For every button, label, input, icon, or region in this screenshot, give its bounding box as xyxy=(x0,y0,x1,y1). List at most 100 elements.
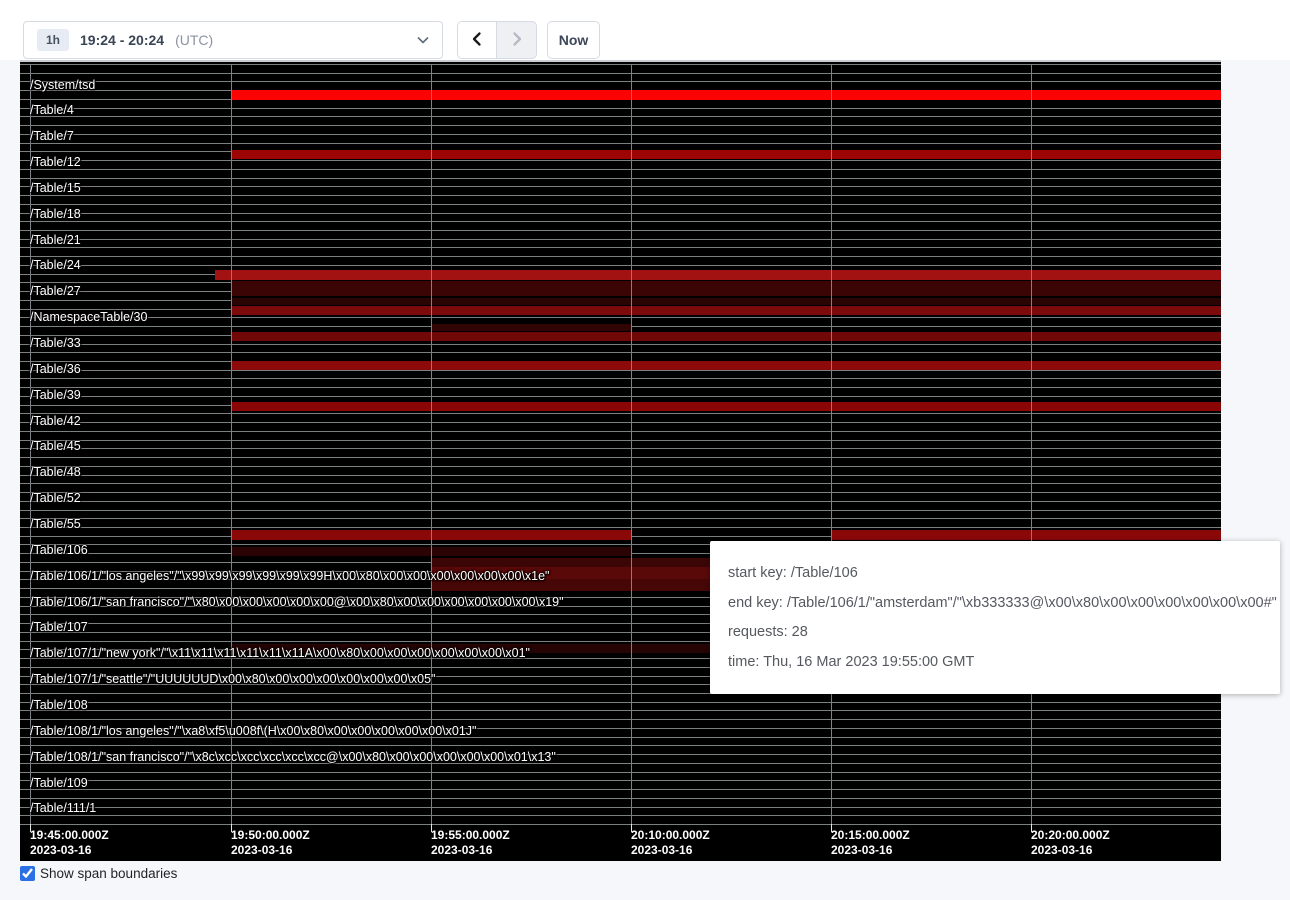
heatmap[interactable]: 19:45:00.000Z2023-03-1619:50:00.000Z2023… xyxy=(20,60,1221,861)
heat-band xyxy=(231,298,1221,305)
span-boundary-line xyxy=(20,247,1221,248)
span-label: /Table/39 xyxy=(30,389,81,402)
span-boundary-line xyxy=(20,213,1221,214)
span-label: /Table/107/1/"seattle"/"UUUUUUD\x00\x80\… xyxy=(30,673,435,686)
heat-band xyxy=(231,281,1221,296)
span-boundary-line xyxy=(20,431,1221,432)
span-label: /Table/109 xyxy=(30,777,88,790)
span-boundary-line xyxy=(20,483,1221,484)
span-boundary-line xyxy=(20,81,1221,82)
span-boundary-line xyxy=(20,317,1221,318)
key-visualizer-page: 1h 19:24 - 20:24 (UTC) Now 19:45:00.000Z… xyxy=(0,0,1290,900)
span-boundary-line xyxy=(20,719,1221,720)
span-label: /Table/45 xyxy=(30,440,81,453)
span-label: /Table/108/1/"san francisco"/"\x8c\xcc\x… xyxy=(30,751,556,764)
span-label: /Table/36 xyxy=(30,363,81,376)
time-nav-group xyxy=(457,21,537,59)
time-gridline xyxy=(431,64,432,824)
time-gridline xyxy=(1031,64,1032,824)
time-gridline xyxy=(631,64,632,824)
span-boundary-line xyxy=(20,125,1221,126)
span-label: /Table/107 xyxy=(30,621,88,634)
time-range-picker[interactable]: 1h 19:24 - 20:24 (UTC) xyxy=(23,21,443,59)
previous-interval-button[interactable] xyxy=(457,21,497,59)
span-boundary-line xyxy=(20,344,1221,345)
span-label: /Table/55 xyxy=(30,518,81,531)
span-boundary-line xyxy=(20,798,1221,799)
timezone-label: (UTC) xyxy=(175,32,213,48)
span-label: /Table/4 xyxy=(30,104,74,117)
now-button[interactable]: Now xyxy=(547,21,600,59)
axis-time-label: 20:10:00.000Z2023-03-16 xyxy=(631,828,710,858)
tooltip-start-key: start key: /Table/106 xyxy=(728,565,1262,581)
span-label: /Table/107/1/"new york"/"\x11\x11\x11\x1… xyxy=(30,647,530,660)
span-boundary-line xyxy=(20,387,1221,388)
span-boundary-line xyxy=(20,440,1221,441)
span-boundary-line xyxy=(20,492,1221,493)
span-boundary-line xyxy=(20,501,1221,502)
span-label: /Table/106/1/"los angeles"/"\x99\x99\x99… xyxy=(30,570,549,583)
span-boundary-line xyxy=(20,510,1221,511)
span-label: /Table/15 xyxy=(30,182,81,195)
span-boundary-line xyxy=(20,64,1221,65)
span-boundary-line xyxy=(20,745,1221,746)
span-label: /Table/27 xyxy=(30,285,81,298)
span-label: /Table/42 xyxy=(30,415,81,428)
span-boundary-line xyxy=(20,457,1221,458)
span-boundary-line xyxy=(20,169,1221,170)
axis-time-label: 20:15:00.000Z2023-03-16 xyxy=(831,828,910,858)
show-span-boundaries-checkbox[interactable] xyxy=(20,866,35,881)
span-label: /Table/12 xyxy=(30,156,81,169)
span-label: /Table/108 xyxy=(30,699,88,712)
span-boundary-line xyxy=(20,815,1221,816)
tooltip-requests: requests: 28 xyxy=(728,624,1262,640)
chevron-down-icon xyxy=(417,36,429,44)
span-boundary-line xyxy=(20,230,1221,231)
axis-time-label: 20:20:00.000Z2023-03-16 xyxy=(1031,828,1110,858)
next-interval-button[interactable] xyxy=(497,21,537,59)
span-tooltip: start key: /Table/106 end key: /Table/10… xyxy=(710,541,1280,694)
span-boundary-line xyxy=(20,116,1221,117)
heat-band xyxy=(215,270,1221,280)
span-boundary-line xyxy=(20,221,1221,222)
heat-band xyxy=(231,361,1221,370)
span-boundary-line xyxy=(20,239,1221,240)
span-boundary-line xyxy=(20,352,1221,353)
span-label: /Table/7 xyxy=(30,130,74,143)
span-boundary-line xyxy=(20,204,1221,205)
heat-band xyxy=(831,530,1221,540)
span-boundary-line xyxy=(20,422,1221,423)
span-boundary-line xyxy=(20,710,1221,711)
span-boundary-line xyxy=(20,466,1221,467)
chevron-left-icon xyxy=(468,30,486,51)
axis-time-label: 19:55:00.000Z2023-03-16 xyxy=(431,828,510,858)
footer-controls: Show span boundaries xyxy=(20,866,177,882)
heat-band xyxy=(431,324,631,331)
heat-band xyxy=(231,90,1221,100)
time-range-text: 19:24 - 20:24 xyxy=(80,32,164,48)
heat-band xyxy=(231,402,1221,411)
span-boundary-line xyxy=(20,143,1221,144)
span-boundary-line xyxy=(20,702,1221,703)
span-boundary-line xyxy=(20,396,1221,397)
span-boundary-line xyxy=(20,772,1221,773)
show-span-boundaries-label[interactable]: Show span boundaries xyxy=(40,866,177,882)
span-boundary-line xyxy=(20,413,1221,414)
span-boundary-line xyxy=(20,178,1221,179)
span-label: /Table/52 xyxy=(30,492,81,505)
span-boundary-line xyxy=(20,160,1221,161)
span-label: /System/tsd xyxy=(30,79,95,92)
span-label: /Table/106 xyxy=(30,544,88,557)
duration-badge: 1h xyxy=(37,29,69,51)
span-label: /Table/48 xyxy=(30,466,81,479)
span-boundary-line xyxy=(20,73,1221,74)
span-boundary-line xyxy=(20,475,1221,476)
span-boundary-line xyxy=(20,807,1221,808)
span-label: /NamespaceTable/30 xyxy=(30,311,147,324)
heat-band xyxy=(231,150,1221,159)
span-boundary-line xyxy=(20,195,1221,196)
span-boundary-line xyxy=(20,256,1221,257)
span-boundary-line xyxy=(20,265,1221,266)
tooltip-time: time: Thu, 16 Mar 2023 19:55:00 GMT xyxy=(728,654,1262,670)
span-boundary-line xyxy=(20,824,1221,825)
